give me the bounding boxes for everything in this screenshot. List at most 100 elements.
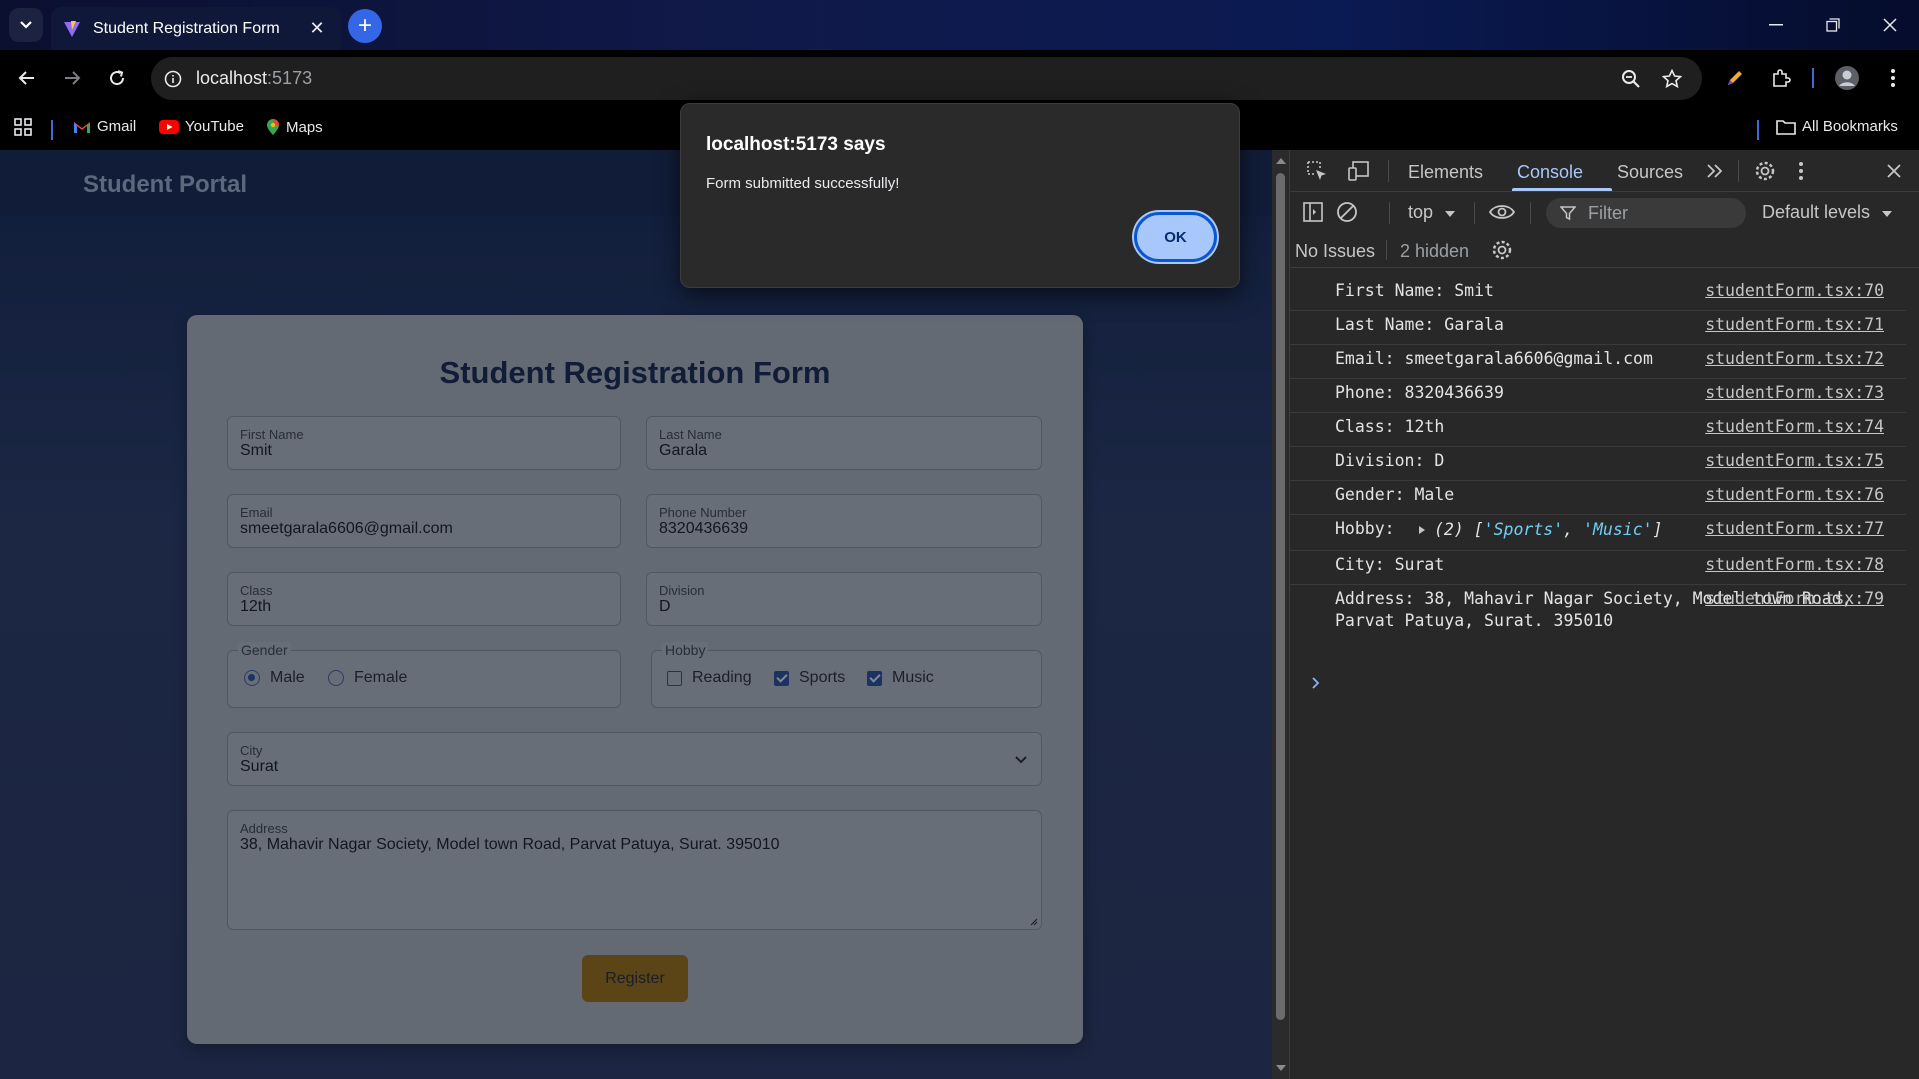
tab-title: Student Registration Form [93,19,280,37]
new-tab-button[interactable]: + [348,9,382,43]
log-source-link[interactable]: studentForm.tsx:77 [1705,518,1884,540]
close-icon [1887,164,1901,178]
tab-close-icon[interactable]: ✕ [305,18,329,39]
bookmark-youtube[interactable]: YouTube [159,118,244,135]
tab-sources[interactable]: Sources [1617,162,1683,183]
chevron-down-icon [20,21,32,29]
block-icon [1337,202,1357,222]
array-item: 'Music' [1583,520,1653,539]
bookmarks-divider [1757,120,1759,140]
log-source-link[interactable]: studentForm.tsx:71 [1705,314,1884,336]
show-sidebar-button[interactable] [1300,199,1326,225]
console-log-row: Division: D studentForm.tsx:75 [1290,447,1906,481]
scrollbar-thumb[interactable] [1276,173,1285,1020]
arrow-left-icon [18,71,34,85]
bookmark-gmail[interactable]: Gmail [73,118,136,135]
address-bar[interactable]: localhost:5173 [151,57,1702,100]
log-message: City: Surat [1335,555,1445,574]
log-message: Class: 12th [1335,417,1445,436]
no-issues-label[interactable]: No Issues [1295,241,1375,262]
devtools-close-button[interactable] [1881,158,1907,184]
filter-icon [1560,206,1576,221]
tab-console[interactable]: Console [1517,162,1583,183]
log-array-preview[interactable]: (2) ['Sports', 'Music'] [1418,519,1663,541]
log-message: Email: smeetgarala6606@gmail.com [1335,349,1653,368]
console-log-row: Gender: Male studentForm.tsx:76 [1290,481,1906,515]
profile-button[interactable] [1833,64,1861,92]
scroll-up-icon[interactable] [1276,158,1286,164]
zoom-button[interactable] [1619,67,1643,91]
bookmark-maps[interactable]: Maps [266,118,323,136]
device-toolbar-button[interactable] [1346,158,1372,184]
extension-pen-button[interactable] [1721,64,1749,92]
browser-tab[interactable]: Student Registration Form ✕ [51,7,341,50]
all-bookmarks-button[interactable]: All Bookmarks [1776,118,1898,135]
console-settings-button[interactable] [1489,237,1515,263]
bookmark-star-button[interactable] [1660,67,1684,91]
devtools-settings-button[interactable] [1752,158,1778,184]
devtools-divider [1474,202,1475,224]
console-log-row: Hobby: (2) ['Sports', 'Music'] studentFo… [1290,515,1906,551]
log-source-link[interactable]: studentForm.tsx:75 [1705,450,1884,472]
more-tabs-button[interactable] [1702,158,1728,184]
caret-down-icon [1445,211,1456,217]
apps-button[interactable] [14,118,32,136]
expand-triangle-icon [1419,526,1425,534]
log-source-link[interactable]: studentForm.tsx:73 [1705,382,1884,404]
log-source-link[interactable]: studentForm.tsx:74 [1705,416,1884,438]
log-message: Gender: Male [1335,485,1455,504]
gear-icon [1492,240,1512,260]
maps-pin-icon [267,119,279,135]
inspect-icon [1307,161,1326,180]
array-prefix: (2) [ [1434,520,1484,539]
avatar-icon [1835,66,1859,90]
bookmark-label: Gmail [97,118,137,135]
modal-overlay [0,150,1272,1079]
close-icon [1883,18,1897,32]
array-item: 'Sports' [1483,520,1564,539]
issues-bar: No Issues 2 hidden [1290,232,1919,268]
devtools-menu-button[interactable] [1788,158,1814,184]
forward-button[interactable] [56,62,88,94]
log-source-link[interactable]: studentForm.tsx:79 [1705,588,1884,610]
url-text: localhost:5173 [196,68,312,89]
ok-button[interactable]: OK [1134,212,1217,262]
inspect-element-button[interactable] [1304,158,1330,184]
close-window-button[interactable] [1862,0,1918,50]
site-info-button[interactable] [160,66,186,92]
restore-button[interactable] [1805,0,1861,50]
chevron-double-right-icon [1707,164,1723,178]
log-message: Division: D [1335,451,1445,470]
pen-icon [1728,71,1742,85]
context-selector[interactable]: top [1408,202,1456,223]
back-button[interactable] [11,62,43,94]
tab-elements[interactable]: Elements [1408,162,1483,183]
context-label: top [1408,202,1434,222]
devtools-divider [1389,202,1390,224]
console-log-row: Last Name: Garala studentForm.tsx:71 [1290,311,1906,345]
scroll-down-icon[interactable] [1276,1065,1286,1071]
active-tab-indicator [1512,188,1612,191]
live-expression-button[interactable] [1489,199,1515,225]
log-levels-dropdown[interactable]: Default levels [1762,202,1893,223]
bookmark-label: Maps [286,118,323,136]
restore-icon [1826,18,1840,32]
log-source-link[interactable]: studentForm.tsx:70 [1705,280,1884,302]
log-source-link[interactable]: studentForm.tsx:76 [1705,484,1884,506]
reload-button[interactable] [101,62,133,94]
minimize-button[interactable] [1748,0,1804,50]
log-source-link[interactable]: studentForm.tsx:78 [1705,554,1884,576]
tab-search-button[interactable] [9,8,43,42]
console-filter-input[interactable]: Filter [1546,198,1746,228]
log-source-link[interactable]: studentForm.tsx:72 [1705,348,1884,370]
browser-menu-button[interactable] [1879,64,1907,92]
console-prompt[interactable] [1311,674,1321,695]
page-scrollbar[interactable] [1272,150,1289,1079]
hidden-count: 2 hidden [1400,241,1470,261]
clear-console-button[interactable] [1334,199,1360,225]
console-log-row: Phone: 8320436639 studentForm.tsx:73 [1290,379,1906,413]
extensions-button[interactable] [1767,64,1795,92]
bookmark-label: YouTube [185,118,244,135]
apps-grid-icon [14,118,32,136]
page-viewport: Student Portal Student Registration Form… [0,150,1272,1079]
